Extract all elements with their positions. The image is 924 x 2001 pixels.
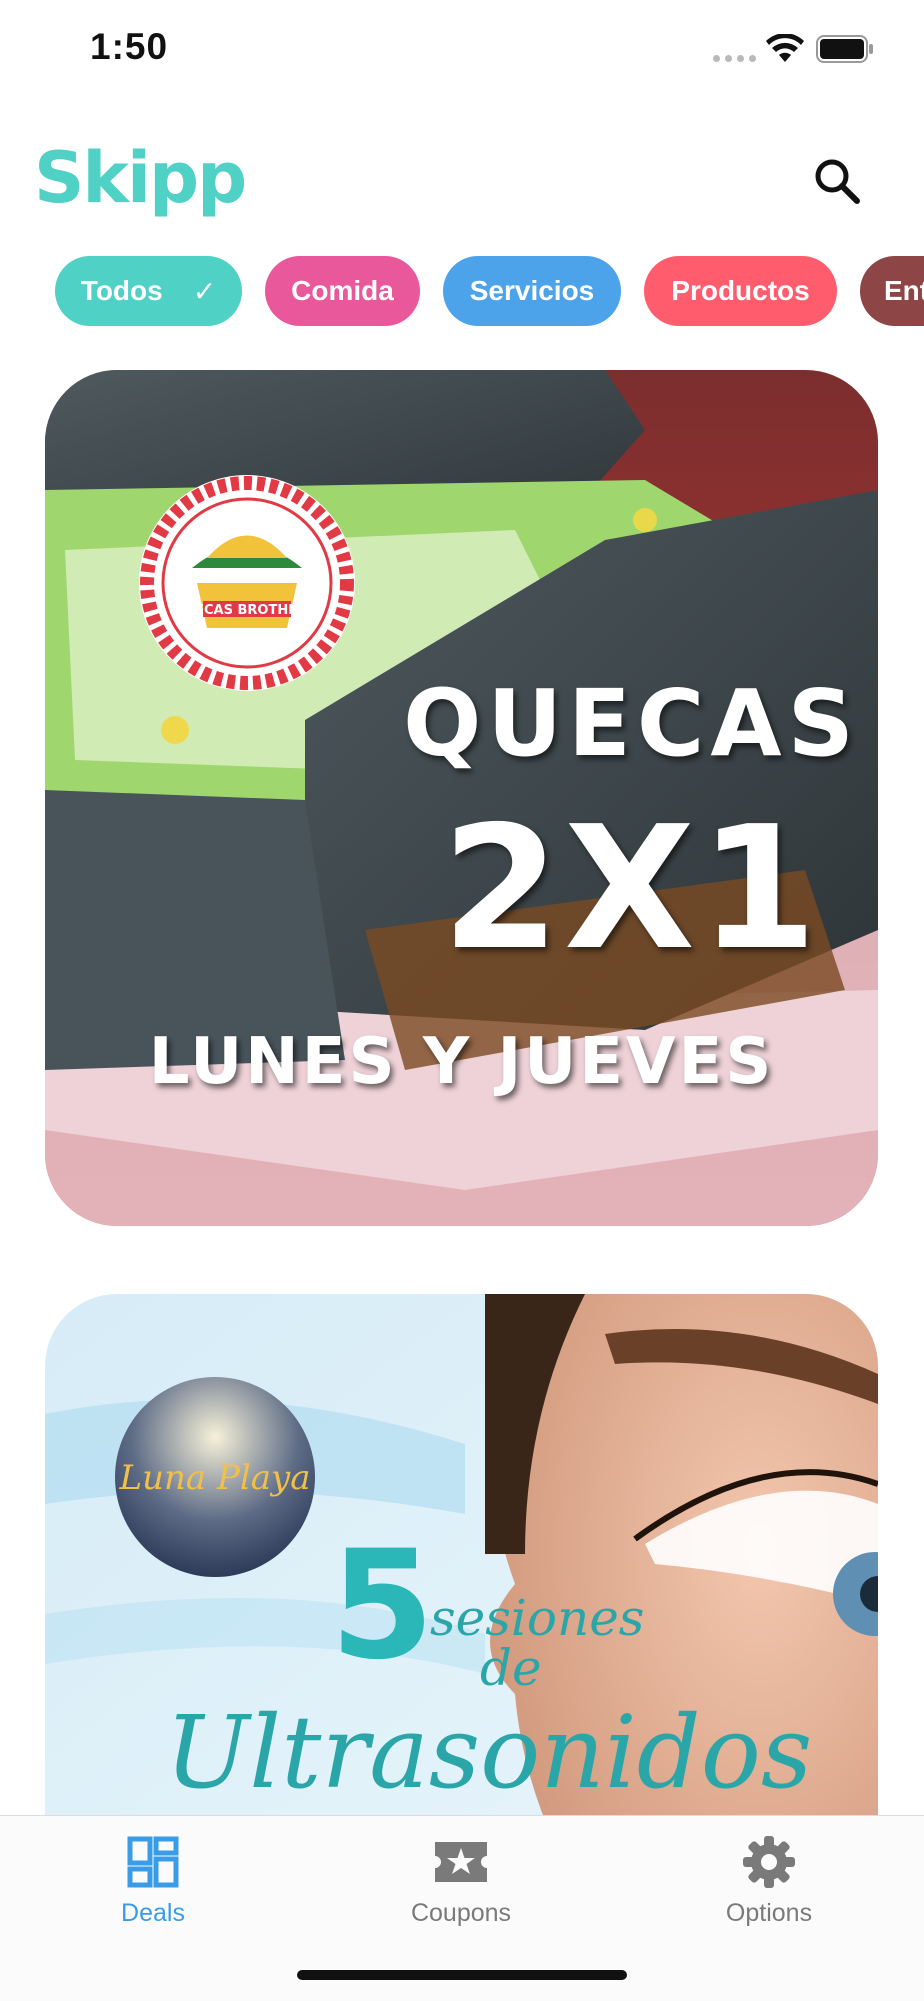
chip-label: Servicios <box>469 275 595 306</box>
chip-entretenimiento[interactable]: Ent <box>860 256 924 326</box>
ticket-star-icon <box>435 1842 487 1882</box>
deal-card-quecas[interactable]: QUECAS BROTHER'S QUECAS 2X1 LUNES Y JUEV… <box>45 370 878 1226</box>
battery-icon <box>816 35 873 63</box>
chip-label: Ent <box>884 275 924 306</box>
chip-productos[interactable]: Productos <box>644 256 837 326</box>
category-chips: Todos ✓ Comida Servicios Productos Ent <box>55 256 924 326</box>
deal-line2: de <box>480 1639 542 1697</box>
chip-label: Productos <box>671 275 810 306</box>
deal-days: LUNES Y JUEVES <box>148 1025 775 1099</box>
status-time: 1:50 <box>90 26 169 67</box>
chip-comida[interactable]: Comida <box>265 256 420 326</box>
status-bar: 1:50 <box>0 0 924 100</box>
deal-count: 5 <box>330 1519 435 1693</box>
chip-label: Todos <box>80 275 163 306</box>
chip-label: Comida <box>291 275 394 306</box>
cellular-signal-icon <box>713 55 756 62</box>
app-logo: Skipp <box>34 137 247 219</box>
tab-coupons[interactable]: Coupons <box>361 1836 561 1928</box>
tab-label: Deals <box>121 1899 185 1927</box>
chip-todos[interactable]: Todos ✓ <box>55 256 242 326</box>
chip-servicios[interactable]: Servicios <box>443 256 621 326</box>
wifi-icon <box>766 34 804 62</box>
luna-playa-logo: Luna Playa <box>119 1458 311 1498</box>
tab-options[interactable]: Options <box>669 1836 869 1928</box>
logo-text: QUECAS BROTHER'S <box>174 603 321 618</box>
tab-label: Coupons <box>410 1899 512 1927</box>
deal-offer: 2X1 <box>441 790 822 988</box>
search-icon[interactable] <box>812 156 862 206</box>
tab-label: Options <box>725 1899 813 1927</box>
quecas-brothers-logo: QUECAS BROTHER'S <box>139 475 355 691</box>
home-indicator[interactable] <box>297 1970 627 1980</box>
grid-icon <box>127 1836 179 1888</box>
tab-deals[interactable]: Deals <box>53 1836 253 1928</box>
deal-title: Ultrasonidos <box>165 1694 813 1811</box>
deal-headline: QUECAS <box>403 670 860 777</box>
gear-icon <box>743 1836 795 1888</box>
checkmark-icon: ✓ <box>192 275 217 307</box>
